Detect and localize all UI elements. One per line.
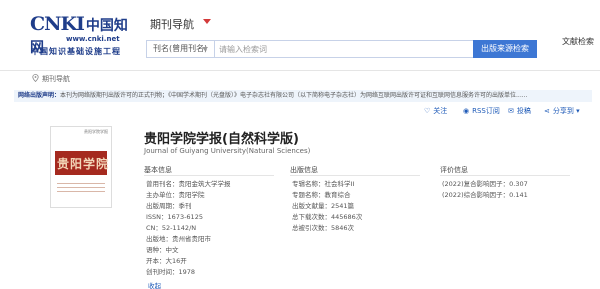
info-value: 大16开 xyxy=(165,257,187,265)
info-row: 出版地：贵州省贵阳市 xyxy=(146,235,211,244)
info-value: 贵阳学院 xyxy=(178,191,205,199)
info-row: 创刊时间：1978 xyxy=(146,268,195,277)
info-label: 出版地： xyxy=(146,235,172,243)
search-input[interactable] xyxy=(219,41,469,57)
info-value: 0.307 xyxy=(509,180,528,188)
info-row: 专题名称：教育综合 xyxy=(292,191,351,200)
divider xyxy=(290,175,420,176)
evaluation-info-heading: 评价信息 xyxy=(440,166,468,174)
search-bar: 刊名(曾用刊名) 出版来源检索 xyxy=(146,40,537,58)
cover-rule xyxy=(57,183,105,184)
divider xyxy=(144,175,274,176)
info-row: 专辑名称：社会科学II xyxy=(292,180,354,189)
info-row: CN：52-1142/N xyxy=(146,224,196,233)
info-label: 开本： xyxy=(146,257,166,265)
info-value: 2541篇 xyxy=(331,202,355,210)
info-label: 主办单位： xyxy=(146,191,179,199)
info-label: ISSN： xyxy=(146,213,168,221)
share-button[interactable]: ⋖ 分享到 ▾ xyxy=(544,106,580,116)
info-value: 社会科学II xyxy=(324,180,355,188)
info-label: 出版文献量： xyxy=(292,202,331,210)
info-row: 总被引次数：5846次 xyxy=(292,224,354,233)
cover-title: 贵阳学院 xyxy=(57,157,110,171)
info-value: 1673-6125 xyxy=(167,213,203,221)
journal-cover[interactable]: 贵阳学院学报 贵阳学院 xyxy=(50,126,112,208)
breadcrumb: 期刊导航 xyxy=(0,70,600,86)
info-value: 贵阳金筑大学学报 xyxy=(178,180,231,188)
info-value: 0.141 xyxy=(509,191,528,199)
info-row: 出版周期：季刊 xyxy=(146,202,192,211)
info-row: 曾用刊名：贵阳金筑大学学报 xyxy=(146,180,231,189)
cover-rule xyxy=(57,191,105,192)
info-row: 总下载次数：445686次 xyxy=(292,213,362,222)
info-label: 创刊时间： xyxy=(146,268,179,276)
info-label: 总被引次数： xyxy=(292,224,331,232)
info-label: 专题名称： xyxy=(292,191,325,199)
info-value: 中文 xyxy=(165,246,179,254)
divider xyxy=(440,175,570,176)
share-icon: ⋖ xyxy=(544,107,550,115)
submit-button[interactable]: ✉ 投稿 xyxy=(508,106,531,116)
cnki-logo[interactable]: CNKI 中国知网 www.cnki.net 中国知识基础设施工程 xyxy=(30,14,140,56)
info-value: 5846次 xyxy=(331,224,355,232)
info-value: 季刊 xyxy=(178,202,192,210)
caret-down-icon xyxy=(202,47,208,51)
info-value: 贵州省贵阳市 xyxy=(172,235,211,243)
info-value: 52-1142/N xyxy=(161,224,197,232)
heart-icon: ♡ xyxy=(424,107,431,115)
search-field-select[interactable]: 刊名(曾用刊名) xyxy=(147,41,215,57)
info-label: 曾用刊名： xyxy=(146,180,179,188)
journal-title: 贵阳学院学报(自然科学版) xyxy=(144,132,299,147)
header: CNKI 中国知网 www.cnki.net 中国知识基础设施工程 期刊导航 刊名… xyxy=(0,0,600,64)
publish-info-heading: 出版信息 xyxy=(290,166,318,174)
cover-rule xyxy=(57,187,105,188)
info-label: 出版周期： xyxy=(146,202,179,210)
journal-title-en: Journal of Guiyang University(Natural Sc… xyxy=(144,147,311,155)
help-link[interactable]: 文献检索 xyxy=(562,36,594,47)
info-row: ISSN：1673-6125 xyxy=(146,213,203,222)
location-pin-icon xyxy=(32,74,39,82)
breadcrumb-label[interactable]: 期刊导航 xyxy=(42,74,70,84)
info-row: (2022)复合影响因子：0.307 xyxy=(442,180,528,189)
notice-text: 本刊为网络版期刊出版许可的正式刊物；《中国学术期刊（光盘版）》电子杂志社有限公司… xyxy=(60,92,528,99)
share-label: 分享到 ▾ xyxy=(552,107,580,115)
info-label: (2022)复合影响因子： xyxy=(442,180,510,188)
nav-title[interactable]: 期刊导航 xyxy=(150,16,194,32)
info-label: CN： xyxy=(146,224,162,232)
search-button[interactable]: 出版来源检索 xyxy=(473,40,537,58)
cover-top-text: 贵阳学院学报 xyxy=(84,129,108,134)
notice-lead: 网络出版声明： xyxy=(18,92,61,99)
info-label: (2022)综合影响因子： xyxy=(442,191,510,199)
cover-title-band: 贵阳学院 xyxy=(55,151,110,175)
info-row: 主办单位：贵阳学院 xyxy=(146,191,205,200)
logo-subtitle: 中国知识基础设施工程 xyxy=(31,46,121,56)
follow-button[interactable]: ♡ 关注 xyxy=(424,106,447,116)
info-row: 开本：大16开 xyxy=(146,257,187,266)
info-value: 445686次 xyxy=(331,213,363,221)
info-value: 教育综合 xyxy=(324,191,351,199)
rss-subscribe-button[interactable]: ◉ RSS订阅 xyxy=(463,106,500,116)
info-label: 语种： xyxy=(146,246,166,254)
publication-notice: 网络出版声明：本刊为网络版期刊出版许可的正式刊物；《中国学术期刊（光盘版）》电子… xyxy=(14,90,592,102)
info-row: (2022)综合影响因子：0.141 xyxy=(442,191,528,200)
basic-info-heading: 基本信息 xyxy=(144,166,172,174)
info-value: 1978 xyxy=(178,268,196,276)
search-field-label: 刊名(曾用刊名) xyxy=(153,44,208,53)
follow-label: 关注 xyxy=(433,107,448,115)
submit-label: 投稿 xyxy=(516,107,531,115)
info-label: 专辑名称： xyxy=(292,180,325,188)
collapse-link[interactable]: 收起 xyxy=(148,280,161,289)
rss-label: RSS订阅 xyxy=(472,107,500,115)
action-bar: ♡ 关注 ◉ RSS订阅 ✉ 投稿 ⋖ 分享到 ▾ xyxy=(0,104,600,118)
chevron-down-icon[interactable] xyxy=(203,19,211,24)
rss-icon: ◉ xyxy=(463,107,470,115)
info-row: 出版文献量：2541篇 xyxy=(292,202,354,211)
logo-url: www.cnki.net xyxy=(66,35,120,43)
info-label: 总下载次数： xyxy=(292,213,331,221)
logo-mark-text: CNKI xyxy=(30,13,85,35)
info-row: 语种：中文 xyxy=(146,246,179,255)
submit-icon: ✉ xyxy=(508,107,514,115)
